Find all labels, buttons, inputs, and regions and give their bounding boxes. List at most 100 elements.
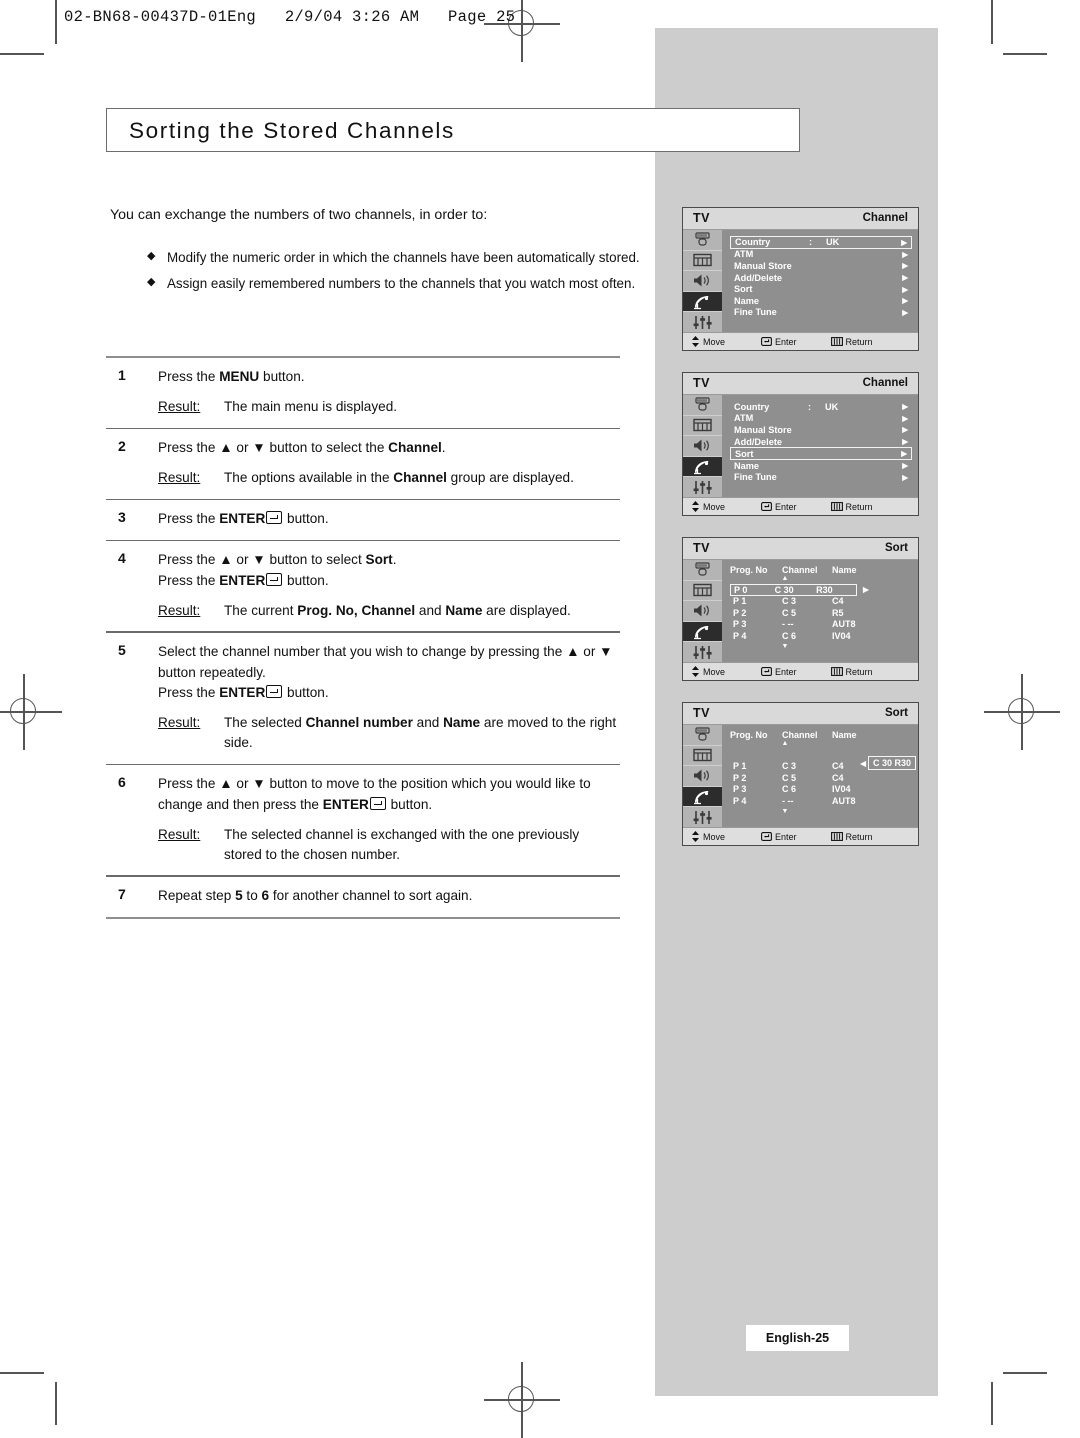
picture-icon[interactable] xyxy=(683,416,722,437)
menu-item-manual-store[interactable]: Manual Store ▶ xyxy=(730,424,912,436)
intro-paragraph: You can exchange the numbers of two chan… xyxy=(110,207,488,223)
input-source-icon[interactable] xyxy=(683,395,722,416)
osd-sidebar xyxy=(683,230,722,332)
menu-item-atm[interactable]: ATM ▶ xyxy=(730,413,912,425)
osd-content: Country: UK ▶ ATM ▶ Manual Store ▶ Add/Delete ▶ S… xyxy=(722,395,918,497)
osd-title-bar: TV Sort xyxy=(683,703,918,725)
osd-title-bar: TV Channel xyxy=(683,373,918,395)
cell-channel: C 5 xyxy=(782,607,797,618)
channel-dish-icon[interactable] xyxy=(683,786,722,808)
result-text: The main menu is displayed. xyxy=(224,399,398,415)
osd-tv-label: TV xyxy=(693,376,710,390)
column-header-prog-no: Prog. No xyxy=(730,565,768,575)
registration-mark-left xyxy=(0,674,62,750)
osd-return-hint: Return xyxy=(830,832,873,842)
menu-item-add-delete[interactable]: Add/Delete ▶ xyxy=(730,272,912,284)
chevron-right-icon: ▶ xyxy=(902,296,908,306)
osd-move-label: Move xyxy=(703,336,726,347)
osd-enter-label: Enter xyxy=(775,666,797,677)
picture-icon[interactable] xyxy=(683,251,722,272)
sound-icon[interactable] xyxy=(683,766,722,787)
osd-return-label: Return xyxy=(845,666,873,677)
table-row[interactable]: P 3 C 6 IV04 xyxy=(730,784,914,796)
crop-mark-bottom-left-vertical xyxy=(55,1382,57,1425)
step-5: 5 Select the channel number that you wis… xyxy=(106,633,620,764)
result-label: Result: xyxy=(158,826,201,842)
table-row[interactable]: P 4 C 6 IV04 xyxy=(730,630,914,642)
setup-sliders-icon[interactable] xyxy=(683,642,722,662)
cell-name: R5 xyxy=(832,607,844,618)
picture-icon[interactable] xyxy=(683,581,722,602)
column-header-name: Name xyxy=(832,565,857,575)
page-footer: English-25 xyxy=(746,1325,849,1351)
osd-hint-bar: Move Enter Return xyxy=(683,332,918,350)
cell-channel: C 3 xyxy=(782,761,797,772)
chevron-right-icon: ▶ xyxy=(902,472,908,482)
scroll-up-arrow-icon[interactable]: ▲ xyxy=(730,740,840,747)
chevron-right-icon: ▶ xyxy=(902,437,908,447)
menu-item-label: Country xyxy=(735,237,771,248)
scroll-up-arrow-icon[interactable]: ▲ xyxy=(730,575,840,582)
column-header-prog-no: Prog. No xyxy=(730,730,768,740)
table-row[interactable]: P 2 C 5 C4 xyxy=(730,772,914,784)
list-item-label: Modify the numeric order in which the ch… xyxy=(167,250,640,265)
crop-mark-top-right-horizontal xyxy=(1003,53,1047,55)
setup-sliders-icon[interactable] xyxy=(683,312,722,332)
scroll-down-arrow-icon[interactable]: ▼ xyxy=(730,808,840,815)
crop-mark-bottom-left-horizontal xyxy=(0,1372,44,1374)
cell-channel: C 6 xyxy=(782,630,797,641)
menu-item-colon: : xyxy=(809,237,813,248)
menu-item-name[interactable]: Name ▶ xyxy=(730,460,912,472)
menu-item-name[interactable]: Name ▶ xyxy=(730,295,912,307)
setup-sliders-icon[interactable] xyxy=(683,477,722,497)
table-row[interactable]: P 2 C 5 R5 xyxy=(730,607,914,619)
cell-prog-no: P 4 xyxy=(733,795,747,806)
table-row[interactable]: P 1 C 3 C4 xyxy=(730,596,914,608)
sound-icon[interactable] xyxy=(683,601,722,622)
menu-item-country[interactable]: Country: UK ▶ xyxy=(730,401,912,413)
table-row[interactable]: P 0 C 30 R30 ▶ xyxy=(730,584,869,596)
menu-item-manual-store[interactable]: Manual Store ▶ xyxy=(730,260,912,272)
moved-channel-box: ◀ C 30 R30 xyxy=(860,756,916,770)
bullet-list: ◆ Modify the numeric order in which the … xyxy=(147,248,647,301)
sound-icon[interactable] xyxy=(683,271,722,292)
menu-item-country[interactable]: Country: UK ▶ xyxy=(730,236,912,249)
cell-prog-no: P 3 xyxy=(733,619,747,630)
menu-item-fine-tune[interactable]: Fine Tune ▶ xyxy=(730,472,912,484)
input-source-icon[interactable] xyxy=(683,560,722,581)
chevron-right-icon: ▶ xyxy=(902,402,908,412)
column-header-channel: Channel xyxy=(782,565,818,575)
sort-table: Prog. No Channel Name ▲ P 0C 30 R30 ▶ P 1C 3 C4 P… xyxy=(730,565,914,650)
list-item-label: Assign easily remembered numbers to the … xyxy=(167,276,636,292)
setup-sliders-icon[interactable] xyxy=(683,807,722,827)
menu-item-fine-tune[interactable]: Fine Tune ▶ xyxy=(730,307,912,319)
step-number: 5 xyxy=(118,642,126,659)
menu-item-atm[interactable]: ATM ▶ xyxy=(730,249,912,261)
menu-item-sort[interactable]: Sort ▶ xyxy=(730,283,912,295)
osd-enter-label: Enter xyxy=(775,501,797,512)
crop-mark-top-left-vertical xyxy=(55,0,57,44)
osd-move-hint: Move xyxy=(691,501,725,512)
list-item: ◆ Modify the numeric order in which the … xyxy=(147,248,647,267)
scroll-down-arrow-icon[interactable]: ▼ xyxy=(730,643,840,650)
sound-icon[interactable] xyxy=(683,436,722,457)
cell-name: IV04 xyxy=(832,784,851,795)
osd-content: Prog. No Channel Name ▲ P 0C 30 R30 ▶ P 1C 3 C4 P… xyxy=(722,560,918,662)
table-row[interactable]: P 3 - -- AUT8 xyxy=(730,619,914,631)
picture-icon[interactable] xyxy=(683,746,722,767)
input-source-icon[interactable] xyxy=(683,230,722,251)
channel-dish-icon[interactable] xyxy=(683,456,722,478)
osd-tv-label: TV xyxy=(693,706,710,720)
channel-dish-icon[interactable] xyxy=(683,291,722,313)
osd-screen-channel-menu-country: TV Channel Country: UK ▶ ATM ▶ Manual Store ▶ Add… xyxy=(682,207,919,351)
channel-dish-icon[interactable] xyxy=(683,621,722,643)
menu-item-add-delete[interactable]: Add/Delete ▶ xyxy=(730,436,912,448)
menu-item-label: Country xyxy=(734,401,770,412)
chevron-right-icon: ▶ xyxy=(902,261,908,271)
table-row[interactable]: P 4 - -- AUT8 xyxy=(730,795,914,807)
chevron-right-icon: ▶ xyxy=(902,249,908,259)
osd-screen-title: Sort xyxy=(885,542,908,554)
input-source-icon[interactable] xyxy=(683,725,722,746)
menu-item-label: Sort xyxy=(735,448,754,459)
menu-item-sort[interactable]: Sort ▶ xyxy=(730,447,912,460)
